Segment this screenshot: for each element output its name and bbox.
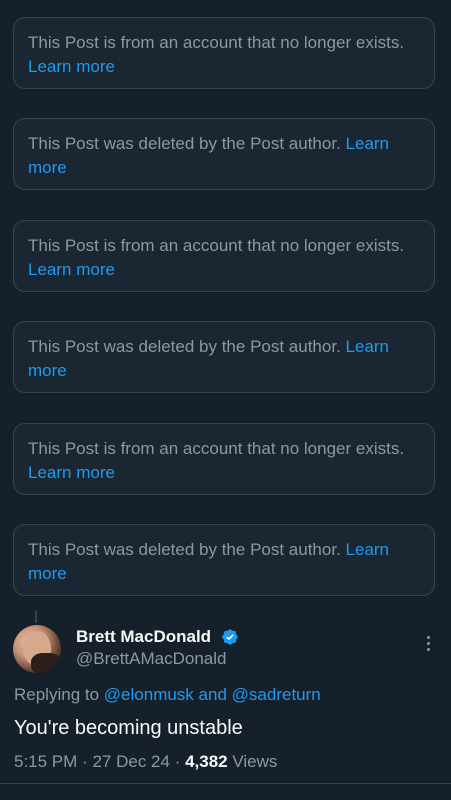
meta-separator: ·	[82, 752, 88, 771]
meta-separator: ·	[174, 752, 181, 771]
more-options-icon[interactable]	[420, 634, 436, 654]
deleted-post-notice: This Post was deleted by the Post author…	[13, 524, 435, 596]
mention-link-sadreturn[interactable]: @sadreturn	[232, 685, 321, 704]
thread-connector-line	[35, 611, 37, 623]
replying-to-label: Replying to	[14, 685, 100, 704]
unavailable-post-notice: This Post is from an account that no lon…	[13, 220, 435, 292]
avatar-shadow	[31, 653, 61, 673]
notice-text: This Post was deleted by the Post author…	[28, 337, 341, 356]
learn-more-link[interactable]: Learn more	[28, 57, 115, 76]
learn-more-link[interactable]: Learn more	[28, 260, 115, 279]
views-label: Views	[232, 752, 278, 771]
notice-text: This Post was deleted by the Post author…	[28, 134, 341, 153]
notice-text: This Post is from an account that no lon…	[28, 33, 405, 52]
deleted-post-notice: This Post was deleted by the Post author…	[13, 321, 435, 393]
notice-text: This Post is from an account that no lon…	[28, 236, 405, 255]
author-handle[interactable]: @BrettAMacDonald	[76, 649, 227, 669]
notice-text: This Post was deleted by the Post author…	[28, 540, 341, 559]
verified-badge-icon	[222, 629, 238, 645]
learn-more-link[interactable]: Learn more	[28, 463, 115, 482]
mention-link-elonmusk[interactable]: @elonmusk	[104, 685, 194, 704]
author-name[interactable]: Brett MacDonald	[76, 627, 211, 647]
post-metadata: 5:15 PM · 27 Dec 24 · 4,382 Views	[14, 752, 277, 772]
replying-to-line: Replying to @elonmusk and @sadreturn	[14, 685, 321, 705]
avatar[interactable]	[13, 625, 61, 673]
unavailable-post-notice: This Post is from an account that no lon…	[13, 423, 435, 495]
post-date[interactable]: 27 Dec 24	[92, 752, 170, 771]
post-time[interactable]: 5:15 PM	[14, 752, 77, 771]
notice-text: This Post is from an account that no lon…	[28, 439, 405, 458]
views-count: 4,382	[185, 752, 228, 771]
divider	[0, 783, 451, 784]
deleted-post-notice: This Post was deleted by the Post author…	[13, 118, 435, 190]
post-text: You're becoming unstable	[14, 717, 243, 739]
unavailable-post-notice: This Post is from an account that no lon…	[13, 17, 435, 89]
mention-and-text[interactable]: and	[199, 685, 227, 704]
